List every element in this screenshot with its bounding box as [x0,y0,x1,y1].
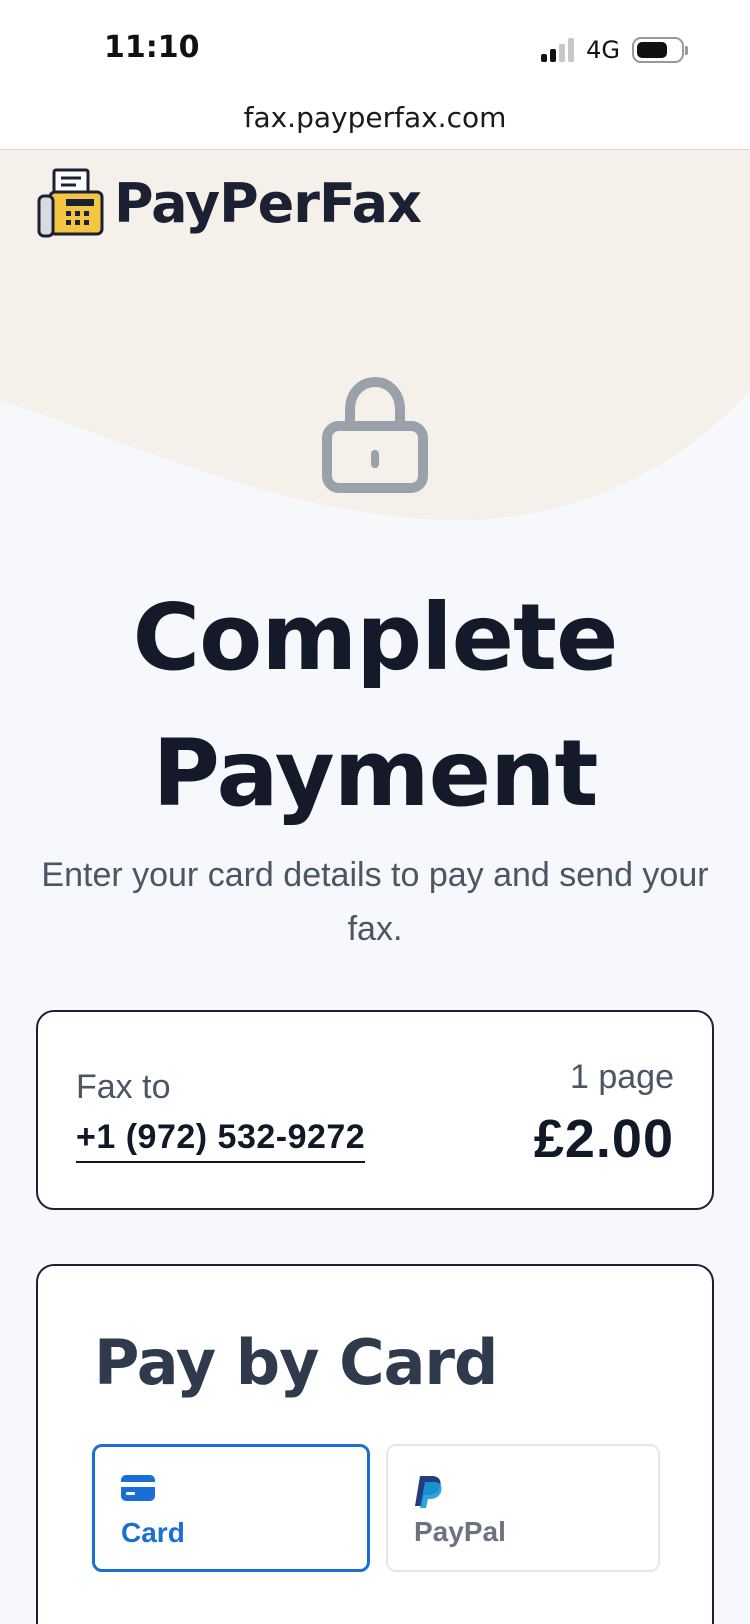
payment-card: Pay by Card Card PayPal [36,1264,714,1624]
address-bar[interactable]: fax.payperfax.com [0,96,750,150]
order-summary-card: Fax to +1 (972) 532-9272 1 page £2.00 [36,1010,714,1210]
status-indicators: 4G [541,36,688,64]
page-title-line2: Payment [152,720,599,827]
paypal-icon [415,1476,442,1508]
page-title: Complete Payment [0,570,750,842]
payment-method-card-tab[interactable]: Card [92,1444,370,1572]
fax-to-label: Fax to [76,1068,171,1106]
fax-number-link[interactable]: +1 (972) 532-9272 [76,1118,366,1163]
credit-card-icon [121,1475,155,1501]
paypal-tab-label: PayPal [414,1516,506,1547]
page-count: 1 page [570,1058,674,1096]
status-time: 11:10 [104,30,200,65]
signal-icon [541,38,575,62]
page-title-line1: Complete [132,584,619,691]
fax-machine-icon [37,168,104,238]
brand-name: PayPerFax [114,171,422,235]
payment-title: Pay by Card [94,1326,498,1399]
status-bar: 11:10 4G [0,0,750,96]
brand-logo[interactable]: PayPerFax [36,166,422,240]
payment-method-paypal-tab[interactable]: PayPal [386,1444,660,1572]
total-price: £2.00 [533,1109,674,1169]
card-tab-label: Card [121,1517,185,1548]
battery-icon [632,37,688,63]
network-label: 4G [586,36,620,64]
page-subtitle: Enter your card details to pay and send … [41,856,709,948]
lock-icon [322,376,428,493]
